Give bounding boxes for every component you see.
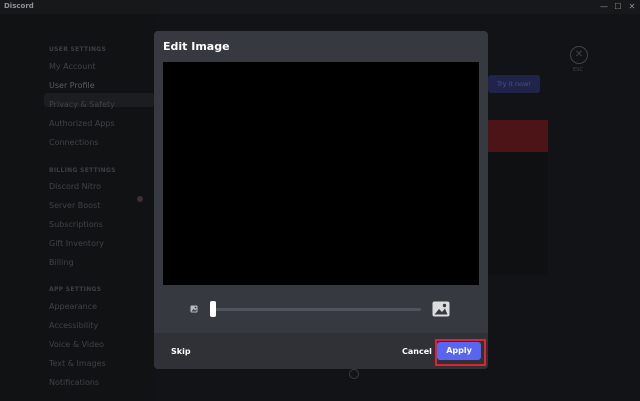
category-billing-settings: BILLING SETTINGS (49, 167, 116, 174)
sidebar-item-appearance[interactable]: Appearance (49, 302, 97, 311)
apply-highlight-box (435, 339, 486, 366)
bottom-settings-icon (349, 369, 359, 379)
profile-banner (487, 120, 548, 152)
sidebar-item-subscriptions[interactable]: Subscriptions (49, 220, 103, 229)
sidebar-item-connections[interactable]: Connections (49, 138, 98, 147)
sidebar-item-voice-video[interactable]: Voice & Video (49, 340, 104, 349)
title-bar: Discord — ☐ ✕ (0, 0, 640, 14)
sidebar-item-notifications[interactable]: Notifications (49, 378, 99, 387)
sidebar-item-gift-inventory[interactable]: Gift Inventory (49, 239, 104, 248)
cancel-button[interactable]: Cancel (402, 347, 432, 356)
sidebar-item-privacy-safety[interactable]: Privacy & Safety (49, 100, 115, 109)
close-window-icon[interactable]: ✕ (624, 0, 640, 14)
sidebar-item-user-profile[interactable]: User Profile (49, 81, 95, 90)
esc-label: ESC (573, 67, 583, 73)
sidebar-item-accessibility[interactable]: Accessibility (49, 321, 98, 330)
sidebar-item-authorized-apps[interactable]: Authorized Apps (49, 119, 115, 128)
edit-image-modal: Edit Image Skip Cancel Apply (154, 31, 488, 369)
try-it-button[interactable]: Try it now! (488, 75, 540, 93)
sidebar-item-server-boost[interactable]: Server Boost (49, 201, 100, 210)
zoom-out-image-icon (190, 305, 198, 313)
sidebar-item-billing[interactable]: Billing (49, 258, 74, 267)
nitro-badge-icon (137, 196, 143, 202)
skip-button[interactable]: Skip (171, 347, 191, 356)
zoom-in-image-icon (432, 301, 450, 317)
category-app-settings: APP SETTINGS (49, 286, 102, 293)
esc-close-icon[interactable]: ✕ (570, 46, 588, 64)
sidebar-item-text-images[interactable]: Text & Images (49, 359, 106, 368)
modal-title: Edit Image (163, 40, 230, 53)
zoom-slider-track[interactable] (213, 308, 421, 311)
sidebar-item-my-account[interactable]: My Account (49, 62, 95, 71)
settings-sidebar: USER SETTINGS My Account User Profile Pr… (0, 14, 155, 401)
zoom-slider-handle[interactable] (210, 301, 216, 317)
sidebar-item-discord-nitro[interactable]: Discord Nitro (49, 182, 101, 191)
image-crop-canvas[interactable] (163, 62, 479, 285)
app-title: Discord (4, 2, 34, 10)
category-user-settings: USER SETTINGS (49, 46, 107, 53)
